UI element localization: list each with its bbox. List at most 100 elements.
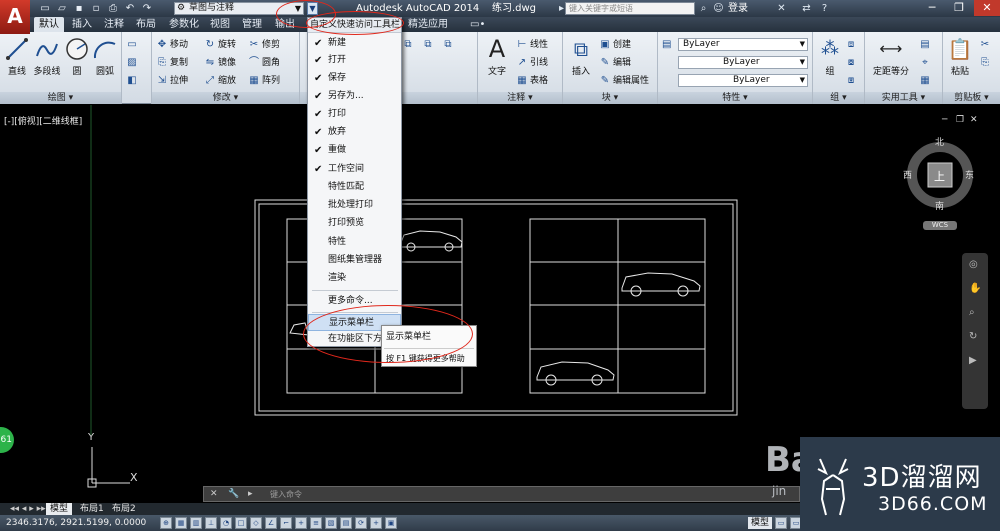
array-button[interactable]: ▦ 阵列: [248, 74, 280, 88]
menu-item-more-commands[interactable]: 更多命令...: [308, 293, 401, 310]
workspace-select[interactable]: ⚙ 草图与注释 ▼: [174, 2, 304, 15]
tab-layout2[interactable]: 布局2: [108, 503, 140, 515]
menu-item-plot-preview[interactable]: 打印预览: [308, 215, 401, 232]
ungroup-icon[interactable]: ⧈: [845, 38, 859, 52]
layer-tool-icon[interactable]: ⧉: [442, 38, 456, 52]
tab-insert[interactable]: 插入: [67, 17, 97, 32]
otrack-icon[interactable]: ∠: [265, 517, 277, 529]
clipboard-panel-title[interactable]: 剪贴板 ▾: [943, 92, 1000, 104]
coordinates-readout[interactable]: 2346.3176, 2921.5199, 0.0000: [6, 517, 146, 529]
modify-panel-title[interactable]: 修改 ▾: [152, 92, 299, 104]
tab-nav-icon[interactable]: ◂◂ ◂ ▸ ▸▸: [6, 503, 50, 515]
layer-tool-icon[interactable]: ⧉: [422, 38, 436, 52]
tab-parametric[interactable]: 参数化: [164, 17, 204, 32]
table-button[interactable]: ▦ 表格: [516, 74, 548, 88]
osnap-icon[interactable]: □: [235, 517, 247, 529]
command-input[interactable]: 键入命令: [270, 489, 302, 500]
navigation-bar[interactable]: ◎ ✋ ⌕ ↻ ▶: [962, 253, 988, 409]
properties-panel-title[interactable]: 特性 ▾: [658, 92, 812, 104]
menu-item-render[interactable]: 渲染: [308, 270, 401, 287]
help-icon[interactable]: ?: [818, 2, 831, 15]
quick-calc-icon[interactable]: ▤: [919, 38, 933, 52]
arc-button[interactable]: 圆弧: [88, 36, 122, 77]
close-icon[interactable]: ✕: [974, 0, 1000, 16]
zoom-icon[interactable]: ⌕: [969, 307, 975, 318]
rectangle-icon[interactable]: ▭: [126, 38, 140, 52]
menu-item-save[interactable]: ✔ 保存: [308, 70, 401, 87]
paste-button[interactable]: 📋 粘贴: [943, 36, 977, 77]
dyn-icon[interactable]: +: [295, 517, 307, 529]
undo-icon[interactable]: ↶: [123, 2, 137, 15]
calculator-icon[interactable]: ▦: [919, 74, 933, 88]
steering-wheel-icon[interactable]: ◎: [969, 259, 978, 270]
viewcube[interactable]: 北 南 东 西 上 WCS: [903, 135, 975, 230]
text-button[interactable]: A 文字: [480, 36, 514, 77]
status-extra-icon[interactable]: ▣: [385, 517, 397, 529]
scale-button[interactable]: ⤢ 缩放: [204, 74, 236, 88]
ortho-icon[interactable]: ⊥: [205, 517, 217, 529]
wcs-menu[interactable]: WCS: [923, 221, 957, 230]
edit-block-button[interactable]: ✎ 编辑: [599, 56, 631, 70]
transparency-icon[interactable]: ▧: [325, 517, 337, 529]
save-icon[interactable]: ▪: [72, 2, 86, 15]
ducs-icon[interactable]: ⌐: [280, 517, 292, 529]
gradient-icon[interactable]: ◧: [126, 74, 140, 88]
connect-icon[interactable]: ⇄: [800, 2, 813, 15]
edit-attributes-button[interactable]: ✎ 编辑属性: [599, 74, 649, 88]
tab-default[interactable]: 默认: [34, 17, 64, 32]
new-icon[interactable]: ▭: [38, 2, 52, 15]
utilities-panel-title[interactable]: 实用工具 ▾: [865, 92, 942, 104]
line-button[interactable]: 直线: [0, 36, 34, 77]
tab-options-icon[interactable]: ▭•: [465, 17, 490, 32]
menu-item-save-as[interactable]: ✔ 另存为...: [308, 88, 401, 105]
draw-panel-title[interactable]: 绘图 ▾: [0, 92, 121, 104]
viewcube-north[interactable]: 北: [935, 135, 944, 148]
print-icon[interactable]: ⎙: [106, 2, 120, 15]
restore-icon[interactable]: ❐: [946, 0, 972, 16]
tab-view[interactable]: 视图: [205, 17, 235, 32]
match-properties-icon[interactable]: ▤: [662, 38, 671, 52]
save-as-icon[interactable]: ▫: [89, 2, 103, 15]
viewcube-top-face[interactable]: 上: [934, 168, 945, 184]
search-input[interactable]: 键入关键字或短语: [565, 2, 695, 15]
viewcube-east[interactable]: 东: [965, 168, 974, 181]
cut-icon[interactable]: ✂: [979, 38, 993, 52]
copy-button[interactable]: ⎘ 复制: [156, 56, 188, 70]
tab-annotate[interactable]: 注释: [99, 17, 129, 32]
fillet-button[interactable]: ⌒ 圆角: [248, 56, 280, 70]
polyline-button[interactable]: 多段线: [30, 36, 64, 77]
group-edit-icon[interactable]: ⧇: [845, 56, 859, 70]
linear-dim-button[interactable]: ⊢ 线性: [516, 38, 548, 52]
menu-item-properties[interactable]: 特性: [308, 234, 401, 251]
model-space-toggle[interactable]: 模型: [748, 517, 773, 529]
minimize-icon[interactable]: ─: [919, 0, 945, 16]
application-menu-button[interactable]: A: [0, 0, 30, 34]
lineweight-select[interactable]: ByLayer ▼: [678, 74, 808, 87]
redo-icon[interactable]: ↷: [140, 2, 154, 15]
tab-layout1[interactable]: 布局1: [76, 503, 108, 515]
exchange-icon[interactable]: ✕: [775, 2, 788, 15]
linetype-select[interactable]: ByLayer ▼: [678, 56, 808, 69]
open-icon[interactable]: ▱: [55, 2, 69, 15]
trim-button[interactable]: ✂ 修剪: [248, 38, 280, 52]
id-point-icon[interactable]: ⌖: [919, 56, 933, 70]
color-select[interactable]: ByLayer ▼: [678, 38, 808, 51]
orbit-icon[interactable]: ↻: [969, 331, 977, 342]
3d-osnap-icon[interactable]: ◇: [250, 517, 262, 529]
grid-icon[interactable]: ▥: [190, 517, 202, 529]
rotate-button[interactable]: ↻ 旋转: [204, 38, 236, 52]
copy-clip-icon[interactable]: ⎘: [979, 56, 993, 70]
group-select-icon[interactable]: ⧆: [845, 74, 859, 88]
menu-item-batch-plot[interactable]: 批处理打印: [308, 197, 401, 214]
annotation-panel-title[interactable]: 注释 ▾: [478, 92, 562, 104]
quick-properties-icon[interactable]: ▤: [340, 517, 352, 529]
command-prompt-icon[interactable]: ▸: [248, 489, 253, 499]
menu-item-match-properties[interactable]: 特性匹配: [308, 179, 401, 196]
layer-tool-icon[interactable]: ⧉: [402, 38, 416, 52]
tab-output[interactable]: 输出: [270, 17, 300, 32]
login-button[interactable]: 登录: [728, 2, 748, 15]
tab-featured-apps[interactable]: 精选应用: [403, 17, 453, 32]
user-icon[interactable]: ☺: [712, 2, 725, 15]
viewcube-west[interactable]: 西: [903, 168, 912, 181]
insert-block-button[interactable]: ⧉ 插入: [564, 36, 598, 77]
